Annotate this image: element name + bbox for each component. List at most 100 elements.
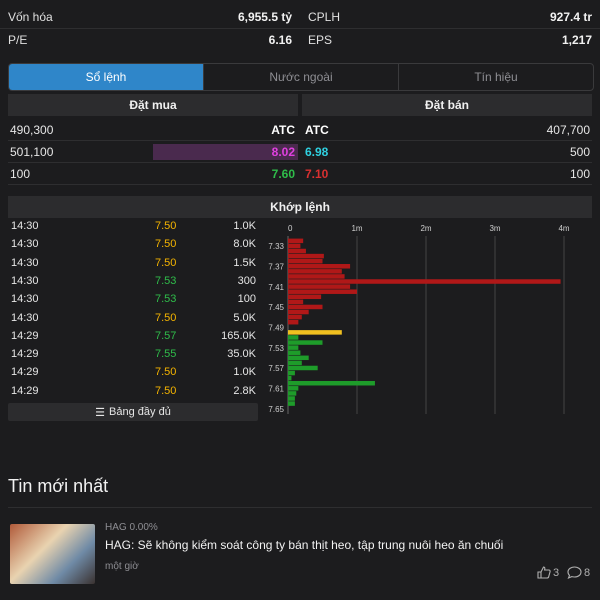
volume-bar xyxy=(288,304,323,310)
stat-label-market-cap: Vốn hóa xyxy=(8,10,53,24)
trade-volume: 1.0K xyxy=(233,366,256,379)
trade-time: 14:29 xyxy=(11,366,39,379)
trade-volume: 1.5K xyxy=(233,256,256,269)
order-book-row: 100 7.60 7.10 100 xyxy=(0,164,600,184)
x-tick-label: 3m xyxy=(489,224,500,233)
like-button[interactable]: 3 xyxy=(537,566,559,579)
y-tick-label: 7.65 xyxy=(268,405,284,414)
stat-label-pe: P/E xyxy=(8,33,28,47)
x-tick-label: 2m xyxy=(420,224,431,233)
order-book-row: 501,100 8.02 6.98 500 xyxy=(0,142,600,162)
volume-bar xyxy=(288,386,299,391)
trade-volume: 8.0K xyxy=(233,238,256,251)
trade-time: 14:29 xyxy=(11,348,39,361)
volume-bar xyxy=(288,314,302,320)
volume-bar xyxy=(288,294,322,300)
trade-row: 14:29 7.55 35.0K xyxy=(8,346,258,364)
stat-value-pe: 6.16 xyxy=(268,33,292,47)
stat-value-eps: 1,217 xyxy=(561,33,592,47)
volume-bar xyxy=(288,365,318,371)
trade-volume: 5.0K xyxy=(233,311,256,324)
trade-row: 14:30 7.53 300 xyxy=(8,273,258,291)
matched-header: Khớp lệnh xyxy=(8,196,592,218)
news-ticker-tag: HAG 0.00% xyxy=(105,522,158,533)
y-tick-label: 7.61 xyxy=(268,385,284,394)
tab-bar: Sổ lệnh Nước ngoài Tín hiệu xyxy=(8,63,594,91)
stat-label-shares-listed: CPLH xyxy=(308,10,341,24)
buy-price: 7.60 xyxy=(271,167,295,181)
volume-bar xyxy=(288,375,292,381)
volume-bar xyxy=(288,289,357,294)
volume-bar xyxy=(288,380,375,386)
volume-bar xyxy=(288,299,304,305)
buy-volume: 100 xyxy=(10,167,31,181)
y-tick-label: 7.37 xyxy=(268,263,284,272)
trade-row: 14:29 7.57 165.0K xyxy=(8,328,258,346)
y-tick-label: 7.49 xyxy=(268,324,284,333)
trade-time: 14:30 xyxy=(11,238,39,251)
trade-volume: 100 xyxy=(237,293,256,306)
volume-bar xyxy=(288,360,302,366)
trade-volume: 165.0K xyxy=(221,329,256,342)
full-table-label: Bảng đầy đủ xyxy=(109,406,171,418)
trade-price: 7.50 xyxy=(155,238,177,251)
trade-time: 14:30 xyxy=(11,311,39,324)
tab-signals[interactable]: Tín hiệu xyxy=(398,64,593,90)
tab-order-book[interactable]: Sổ lệnh xyxy=(9,64,203,90)
trade-price: 7.50 xyxy=(155,384,177,397)
sell-volume: 100 xyxy=(569,167,590,181)
full-table-button[interactable]: ☰ Bảng đầy đủ xyxy=(8,403,258,421)
trade-price: 7.53 xyxy=(155,274,177,287)
buy-header: Đặt mua xyxy=(8,94,298,116)
volume-bar xyxy=(288,253,324,259)
sell-price: 7.10 xyxy=(305,167,329,181)
trade-price: 7.50 xyxy=(155,220,177,232)
trade-volume: 2.8K xyxy=(233,384,256,397)
news-divider xyxy=(8,507,592,508)
stat-value-market-cap: 6,955.5 tỷ xyxy=(237,10,292,24)
volume-bar xyxy=(288,238,304,244)
row-separator xyxy=(8,140,592,141)
buy-volume: 490,300 xyxy=(10,123,54,137)
trade-volume: 35.0K xyxy=(227,348,256,361)
trade-row: 14:29 7.50 2.8K xyxy=(8,383,258,401)
buy-price: 8.02 xyxy=(271,145,295,159)
trade-row: 14:29 7.50 1.0K xyxy=(8,364,258,382)
volume-bar xyxy=(288,279,561,284)
comment-button[interactable]: 8 xyxy=(567,566,590,579)
news-headline[interactable]: HAG: Sẽ không kiểm soát công ty bán thịt… xyxy=(105,538,503,552)
trade-time: 14:30 xyxy=(11,274,39,287)
y-tick-label: 7.53 xyxy=(268,344,284,353)
tab-foreign[interactable]: Nước ngoài xyxy=(203,64,398,90)
trade-time: 14:29 xyxy=(11,329,39,342)
stat-value-shares-listed: 927.4 tr xyxy=(549,10,592,24)
volume-bar xyxy=(288,370,295,376)
trade-row: 14:30 7.50 5.0K xyxy=(8,310,258,328)
volume-bar xyxy=(288,269,342,274)
trade-row: 14:30 7.50 1.0K xyxy=(8,218,258,236)
volume-bar xyxy=(288,340,323,345)
sell-header: Đặt bán xyxy=(302,94,592,116)
trade-time: 14:29 xyxy=(11,384,39,397)
volume-bar xyxy=(288,258,323,264)
sell-volume: 407,700 xyxy=(546,123,590,137)
trade-volume: 1.0K xyxy=(233,220,256,232)
trade-time: 14:30 xyxy=(11,220,39,232)
volume-bar xyxy=(288,401,295,406)
volume-bar xyxy=(288,350,301,355)
trade-row: 14:30 7.50 1.5K xyxy=(8,255,258,273)
trade-price: 7.50 xyxy=(155,256,177,269)
trade-price: 7.55 xyxy=(155,348,177,361)
stats-divider xyxy=(0,28,600,29)
volume-bar xyxy=(288,248,306,254)
row-separator xyxy=(8,162,592,163)
news-timestamp: một giờ xyxy=(105,561,139,572)
y-tick-label: 7.57 xyxy=(268,364,284,373)
list-icon: ☰ xyxy=(95,406,106,419)
volume-bar xyxy=(288,330,342,335)
thumbs-up-icon xyxy=(537,566,551,579)
x-tick-label: 1m xyxy=(351,224,362,233)
volume-bar xyxy=(288,309,309,315)
volume-bar xyxy=(288,396,295,401)
trade-time: 14:30 xyxy=(11,293,39,306)
